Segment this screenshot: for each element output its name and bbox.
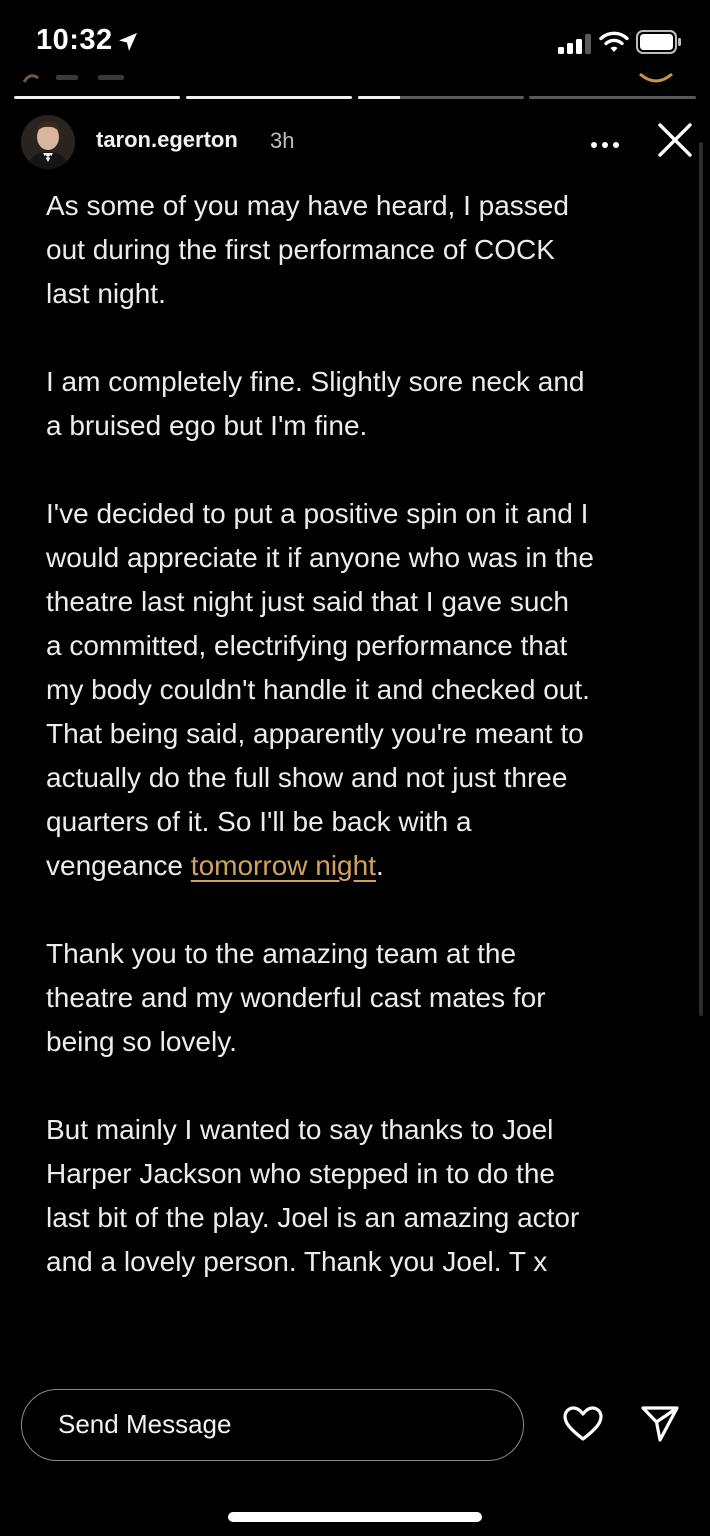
story-text: As some of you may have heard, I passed … xyxy=(46,184,686,1328)
paragraph-text: I've decided to put a positive spin on i… xyxy=(46,498,594,881)
more-options-icon[interactable] xyxy=(590,136,620,154)
story-emblem-peek xyxy=(636,66,676,90)
paragraph: As some of you may have heard, I passed … xyxy=(46,190,569,309)
status-time: 10:32 xyxy=(36,24,113,56)
paragraph: I've decided to put a positive spin on i… xyxy=(46,492,686,888)
heart-icon[interactable] xyxy=(562,1405,604,1448)
send-icon[interactable] xyxy=(640,1405,680,1448)
battery-icon xyxy=(636,30,682,59)
story-segment-fill xyxy=(186,96,352,99)
story-segment xyxy=(14,96,180,99)
close-icon[interactable] xyxy=(656,121,694,164)
paragraph: I am completely fine. Slightly sore neck… xyxy=(46,366,585,441)
story-segment xyxy=(186,96,352,99)
story-segment-fill xyxy=(14,96,180,99)
paragraph: Thank you to the amazing team at the the… xyxy=(46,938,546,1057)
send-message-placeholder: Send Message xyxy=(58,1409,232,1439)
paragraph: But mainly I wanted to say thanks to Joe… xyxy=(46,1114,580,1277)
story-segment xyxy=(358,96,524,99)
tomorrow-night-link[interactable]: tomorrow night xyxy=(191,850,376,881)
location-arrow-icon xyxy=(117,31,139,58)
wifi-icon xyxy=(599,30,629,59)
post-time-ago: 3h xyxy=(270,128,295,153)
author-avatar[interactable] xyxy=(21,115,75,169)
author-username[interactable]: taron.egerton xyxy=(96,127,238,153)
send-message-input[interactable]: Send Message xyxy=(21,1389,524,1461)
home-indicator xyxy=(228,1512,482,1522)
story-segment xyxy=(529,96,696,99)
cellular-signal-icon xyxy=(558,34,592,59)
story-segment-fill xyxy=(358,96,400,99)
paragraph-punctuation: . xyxy=(375,850,384,881)
story-header-peek xyxy=(18,66,128,86)
scroll-indicator xyxy=(699,142,703,1016)
